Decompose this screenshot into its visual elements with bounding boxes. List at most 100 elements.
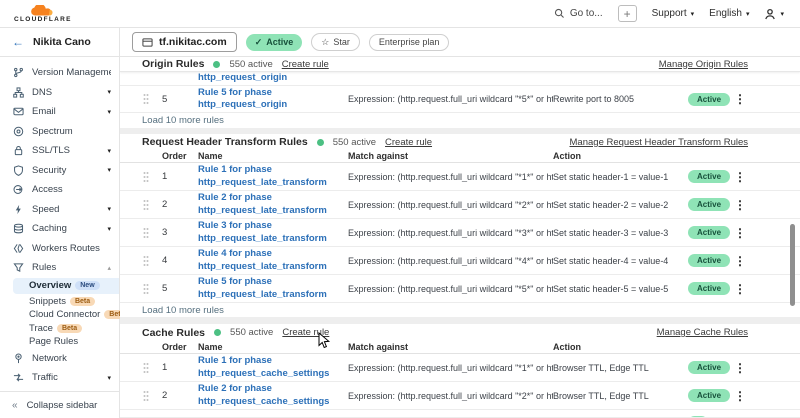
- rule-name-link[interactable]: Rule 2 for phase http_request_late_trans…: [198, 192, 348, 217]
- add-button[interactable]: +: [618, 5, 637, 22]
- action-text: Set static header-5 = value-5: [553, 284, 688, 294]
- rht-rule-row[interactable]: 3 Rule 3 for phase http_request_late_tra…: [120, 219, 800, 247]
- traffic-arrows-icon: [12, 372, 24, 383]
- create-rule-link[interactable]: Create rule: [385, 137, 432, 148]
- language-menu[interactable]: English ▾: [709, 8, 749, 19]
- rule-name-link[interactable]: Rule 1 for phase http_request_late_trans…: [198, 164, 348, 189]
- row-menu-button[interactable]: ⋮: [732, 362, 748, 374]
- drag-handle-icon[interactable]: [142, 199, 162, 211]
- rule-name-link[interactable]: Rule 1 for phase http_request_cache_sett…: [198, 355, 348, 380]
- sidebar-item-speed[interactable]: Speed ▾: [0, 200, 119, 220]
- column-order: Order: [162, 151, 198, 161]
- sidebar-item-dns[interactable]: DNS ▾: [0, 83, 119, 103]
- row-menu-button[interactable]: ⋮: [732, 227, 748, 239]
- sidebar-item-snippets[interactable]: Snippets Beta: [0, 295, 119, 309]
- row-menu-button[interactable]: ⋮: [732, 93, 748, 105]
- drag-handle-icon[interactable]: [142, 390, 162, 402]
- back-arrow-icon[interactable]: ←: [12, 36, 24, 48]
- sidebar-item-overview[interactable]: Overview New: [13, 278, 119, 294]
- rule-name-link[interactable]: Rule 4 for phase http_request_late_trans…: [198, 248, 348, 273]
- drag-handle-icon[interactable]: [142, 171, 162, 183]
- rule-order: 5: [162, 283, 198, 294]
- row-menu-button[interactable]: ⋮: [732, 283, 748, 295]
- rht-rule-row[interactable]: 5 Rule 5 for phase http_request_late_tra…: [120, 275, 800, 303]
- rule-name-link[interactable]: http_request_origin: [198, 72, 348, 85]
- rht-rule-row[interactable]: 1 Rule 1 for phase http_request_late_tra…: [120, 163, 800, 191]
- drag-handle-icon[interactable]: [142, 93, 162, 105]
- origin-rule-row-partial[interactable]: http_request_origin: [120, 72, 800, 86]
- sidebar-item-access[interactable]: Access: [0, 180, 119, 200]
- column-action: Action: [553, 151, 688, 161]
- sidebar-item-traffic[interactable]: Traffic ▾: [0, 368, 119, 388]
- collapse-icon: «: [12, 400, 18, 411]
- new-badge: New: [75, 281, 99, 290]
- rule-name-link[interactable]: Rule 5 for phase http_request_origin: [198, 87, 348, 112]
- rule-name-link[interactable]: Rule 2 for phase http_request_cache_sett…: [198, 383, 348, 408]
- chevron-down-icon: ▾: [107, 147, 111, 155]
- goto-search[interactable]: Go to...: [554, 8, 603, 19]
- manage-origin-rules-link[interactable]: Manage Origin Rules: [659, 59, 748, 70]
- sidebar-item-page-rules[interactable]: Page Rules: [0, 335, 119, 349]
- support-menu[interactable]: Support ▾: [652, 8, 695, 19]
- chevron-down-icon: ▾: [746, 10, 750, 18]
- load-more-origin-rules[interactable]: Load 10 more rules: [120, 113, 800, 128]
- sidebar-item-version-management[interactable]: Version Management: [0, 63, 119, 83]
- cloudflare-logo[interactable]: CLOUDFLARE: [14, 5, 72, 24]
- row-menu-button[interactable]: ⋮: [732, 390, 748, 402]
- active-status-badge: Active: [688, 170, 730, 183]
- sidebar-item-caching[interactable]: Caching ▾: [0, 219, 119, 239]
- workers-icon: [12, 243, 24, 254]
- column-match: Match against: [348, 342, 553, 352]
- search-icon: [554, 8, 565, 19]
- rht-rule-row[interactable]: 4 Rule 4 for phase http_request_late_tra…: [120, 247, 800, 275]
- row-menu-button[interactable]: ⋮: [732, 199, 748, 211]
- filter-funnel-icon: [12, 262, 24, 273]
- sidebar-item-security[interactable]: Security ▾: [0, 161, 119, 181]
- rule-order: 3: [162, 227, 198, 238]
- star-button[interactable]: ☆ Star: [311, 33, 360, 51]
- drag-handle-icon[interactable]: [142, 362, 162, 374]
- sidebar-item-rules[interactable]: Rules ▴: [0, 258, 119, 278]
- sidebar-item-workers-routes[interactable]: Workers Routes: [0, 239, 119, 259]
- section-title: Cache Rules: [142, 327, 205, 339]
- collapse-sidebar-button[interactable]: « Collapse sidebar: [0, 391, 119, 418]
- drag-handle-icon[interactable]: [142, 255, 162, 267]
- load-more-rht-rules[interactable]: Load 10 more rules: [120, 303, 800, 317]
- sidebar-item-email[interactable]: Email ▾: [0, 102, 119, 122]
- chevron-down-icon: ▾: [107, 225, 111, 233]
- origin-rules-header: Origin Rules 550 active Create rule Mana…: [120, 57, 800, 72]
- manage-rht-rules-link[interactable]: Manage Request Header Transform Rules: [570, 137, 748, 148]
- drag-handle-icon[interactable]: [142, 283, 162, 295]
- zone-selector[interactable]: tf.nikitac.com: [132, 32, 237, 52]
- vertical-scrollbar-thumb[interactable]: [790, 224, 795, 306]
- origin-rule-row[interactable]: 5 Rule 5 for phase http_request_origin E…: [120, 86, 800, 113]
- drag-handle-icon[interactable]: [142, 227, 162, 239]
- rule-name-link[interactable]: Rule 5 for phase http_request_late_trans…: [198, 276, 348, 301]
- rht-rule-row[interactable]: 2 Rule 2 for phase http_request_late_tra…: [120, 191, 800, 219]
- cache-rule-row-partial[interactable]: [120, 410, 800, 418]
- active-dot-icon: [213, 61, 220, 68]
- cache-rule-row[interactable]: 2 Rule 2 for phase http_request_cache_se…: [120, 382, 800, 410]
- star-icon: ☆: [321, 37, 329, 48]
- check-icon: ✓: [255, 37, 263, 48]
- row-menu-button[interactable]: ⋮: [732, 255, 748, 267]
- chevron-down-icon: ▾: [107, 205, 111, 213]
- location-pin-icon: [12, 353, 24, 364]
- sidebar-item-ssl-tls[interactable]: SSL/TLS ▾: [0, 141, 119, 161]
- sidebar-item-cloud-connector[interactable]: Cloud Connector Beta: [0, 308, 119, 322]
- table-column-headers: Order Name Match against Action: [120, 150, 800, 163]
- account-menu[interactable]: ▾: [764, 8, 784, 20]
- sidebar-item-network[interactable]: Network: [0, 349, 119, 369]
- manage-cache-rules-link[interactable]: Manage Cache Rules: [657, 327, 748, 338]
- sidebar-item-trace[interactable]: Trace Beta: [0, 322, 119, 336]
- create-rule-link[interactable]: Create rule: [282, 59, 329, 70]
- rule-name-link[interactable]: Rule 3 for phase http_request_late_trans…: [198, 220, 348, 245]
- account-header[interactable]: ← Nikita Cano: [0, 28, 119, 57]
- sidebar-item-spectrum[interactable]: Spectrum: [0, 122, 119, 142]
- account-name: Nikita Cano: [33, 36, 91, 48]
- cache-rule-row[interactable]: 1 Rule 1 for phase http_request_cache_se…: [120, 354, 800, 382]
- rule-order: 2: [162, 199, 198, 210]
- column-match: Match against: [348, 151, 553, 161]
- origin-rules-section: Origin Rules 550 active Create rule Mana…: [120, 57, 800, 128]
- row-menu-button[interactable]: ⋮: [732, 171, 748, 183]
